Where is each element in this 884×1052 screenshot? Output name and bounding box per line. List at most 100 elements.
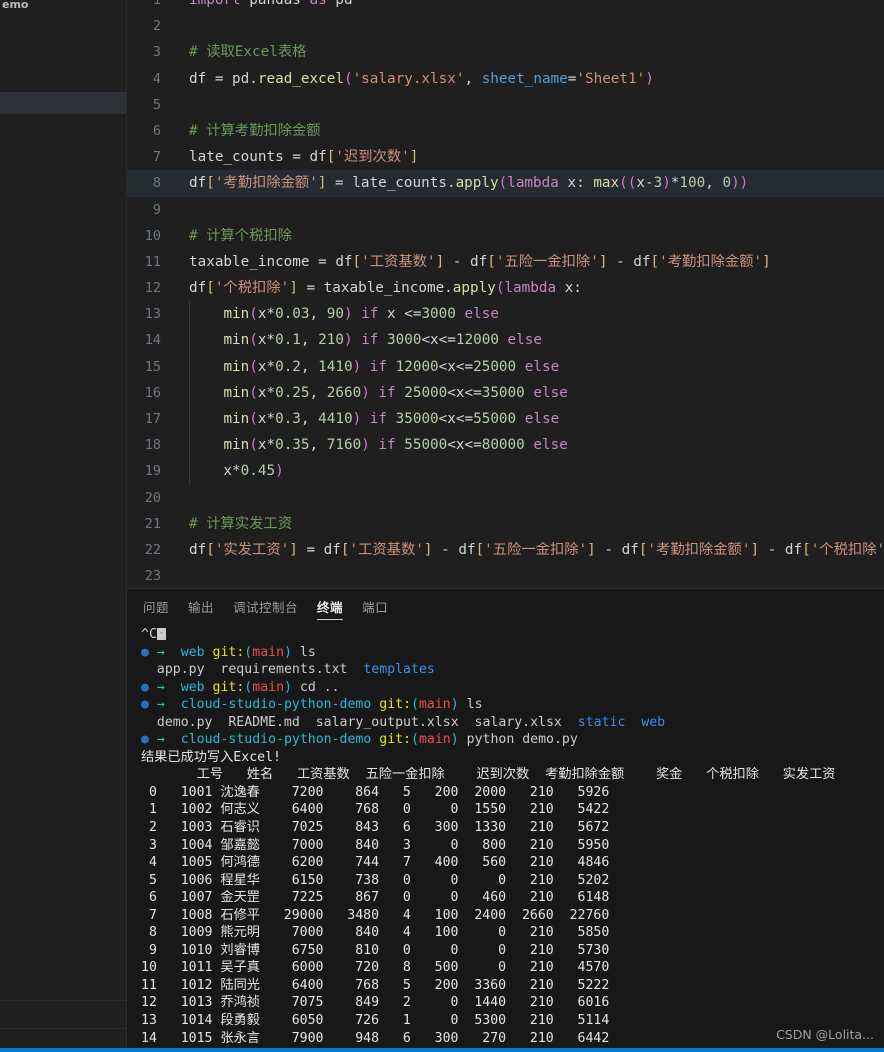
code-line[interactable]: 22 df['实发工资'] = df['工资基数'] - df['五险一金扣除']… xyxy=(127,537,884,563)
dataframe-row: 1 1002 何志义 6400 768 0 0 1550 210 5422 xyxy=(141,802,610,818)
code-text: # 计算实发工资 xyxy=(189,515,292,532)
code-text: min(x*0.03, 90) if x <=3000 else xyxy=(175,301,499,328)
watermark: CSDN @Lolita... xyxy=(776,1027,874,1042)
code-line[interactable]: 12 df['个税扣除'] = taxable_income.apply(lamb… xyxy=(127,275,884,301)
code-line[interactable]: 17 min(x*0.3, 4410) if 35000<x<=55000 el… xyxy=(127,406,884,433)
dataframe-row: 12 1013 乔鸿祯 7075 849 2 0 1440 210 6016 xyxy=(141,995,610,1011)
dataframe-row: 3 1004 邹嘉懿 7000 840 3 0 800 210 5950 xyxy=(141,837,610,853)
code-text: df['个税扣除'] = taxable_income.apply(lambda… xyxy=(189,280,582,297)
code-text: df['实发工资'] = df['工资基数'] - df['五险一金扣除'] -… xyxy=(189,541,884,558)
panel-tab-bar: 问题 输出 调试控制台 终端 端口 xyxy=(127,589,884,624)
tab-problems[interactable]: 问题 xyxy=(143,589,169,624)
line-number: 2 xyxy=(152,18,161,35)
terminal-output[interactable]: ^C ‸ ● → web git:(main) ls app.py requirem… xyxy=(127,624,884,1048)
code-line[interactable]: 13 min(x*0.03, 90) if x <=3000 else xyxy=(127,301,884,328)
vscode-window: emo 1 import pandas as pd 2 3 # 读取Excel表格 4 df… xyxy=(0,0,884,1052)
code-line[interactable]: 3 # 读取Excel表格 xyxy=(127,39,884,65)
code-line[interactable]: 4 df = pd.read_excel('salary.xlsx', sheet… xyxy=(127,66,884,92)
status-bar[interactable] xyxy=(0,1048,884,1052)
line-number: 3 xyxy=(152,44,161,61)
dataframe-row: 5 1006 程星华 6150 738 0 0 0 210 5202 xyxy=(141,872,610,888)
code-line[interactable]: 18 min(x*0.35, 7160) if 55000<x<=80000 e… xyxy=(127,432,884,459)
line-number: 6 xyxy=(152,122,161,139)
code-line[interactable]: 11 taxable_income = df['工资基数'] - df['五险一金… xyxy=(127,249,884,275)
code-line[interactable]: 1 import pandas as pd xyxy=(127,0,884,13)
code-line[interactable]: 9 xyxy=(127,197,884,223)
code-text: min(x*0.3, 4410) if 35000<x<=55000 else xyxy=(175,406,559,433)
code-line[interactable]: 7 late_counts = df['迟到次数'] xyxy=(127,144,884,170)
dataframe-row: 10 1011 吴子真 6000 720 8 500 0 210 4570 xyxy=(141,960,610,976)
explorer-divider xyxy=(0,1000,126,1001)
code-text: min(x*0.25, 2660) if 25000<x<=35000 else xyxy=(175,379,568,407)
terminal-ls-output: app.py requirements.txt templates xyxy=(156,662,435,678)
line-number: 18 xyxy=(144,437,161,454)
line-number: 13 xyxy=(144,306,161,323)
dataframe-row: 14 1015 张永言 7900 948 6 300 270 210 6442 xyxy=(141,1030,610,1046)
explorer-folder-label: emo xyxy=(2,0,29,10)
dataframe-row: 4 1005 何鸿德 6200 744 7 400 560 210 4846 xyxy=(141,855,610,871)
dataframe-row: 11 1012 陆同光 6400 768 5 200 3360 210 5222 xyxy=(141,977,610,993)
line-number: 20 xyxy=(144,489,161,506)
dataframe-header: 工号 姓名 工资基数 五险一金扣除 迟到次数 考勤扣除金额 奖金 个税扣除 实发… xyxy=(141,767,836,783)
code-line[interactable]: 16 min(x*0.25, 2660) if 25000<x<=35000 e… xyxy=(127,379,884,407)
code-line[interactable]: 5 xyxy=(127,92,884,118)
line-number: 9 xyxy=(152,201,161,218)
terminal-interrupt: ^C ‸ xyxy=(141,626,884,644)
dataframe-row: 6 1007 金天罡 7225 867 0 0 460 210 6148 xyxy=(141,890,610,906)
line-number: 17 xyxy=(144,411,161,427)
line-number: 23 xyxy=(144,568,161,585)
bottom-panel: 问题 输出 调试控制台 终端 端口 ^C ‸ ● → web git:(main) … xyxy=(127,588,884,1048)
terminal-message: 结果已成功写入Excel! xyxy=(141,749,281,765)
code-text: min(x*0.2, 1410) if 12000<x<=25000 else xyxy=(175,353,559,381)
code-line[interactable]: 23 xyxy=(127,563,884,588)
workbench-body: emo 1 import pandas as pd 2 3 # 读取Excel表格 4 df… xyxy=(0,0,884,1048)
line-number: 5 xyxy=(152,96,161,113)
explorer-divider xyxy=(0,1028,126,1029)
editor-and-panel: 1 import pandas as pd 2 3 # 读取Excel表格 4 df = p… xyxy=(127,0,884,1048)
line-number: 21 xyxy=(144,515,161,532)
code-text: import pandas as pd xyxy=(189,0,353,8)
code-text: taxable_income = df['工资基数'] - df['五险一金扣除… xyxy=(189,253,771,270)
tab-debug-console[interactable]: 调试控制台 xyxy=(233,589,298,624)
tab-output[interactable]: 输出 xyxy=(188,589,214,624)
dataframe-row: 9 1010 刘睿博 6750 810 0 0 0 210 5730 xyxy=(141,942,610,958)
line-number: 15 xyxy=(144,358,161,375)
dataframe-row: 8 1009 熊元明 7000 840 4 100 0 210 5850 xyxy=(141,925,610,941)
explorer-item[interactable] xyxy=(0,10,126,92)
code-line[interactable]: 20 xyxy=(127,485,884,511)
code-editor[interactable]: 1 import pandas as pd 2 3 # 读取Excel表格 4 df = p… xyxy=(127,0,884,588)
code-line[interactable]: 15 min(x*0.2, 1410) if 12000<x<=25000 el… xyxy=(127,353,884,381)
line-number: 12 xyxy=(144,280,161,297)
explorer-sidebar[interactable]: emo xyxy=(0,0,127,1048)
code-text: # 计算个税扣除 xyxy=(189,227,292,244)
code-line[interactable]: 6 # 计算考勤扣除金额 xyxy=(127,118,884,144)
code-line[interactable]: 10 # 计算个税扣除 xyxy=(127,223,884,249)
line-number: 7 xyxy=(152,149,161,166)
code-text: # 计算考勤扣除金额 xyxy=(189,122,321,139)
line-number: 19 xyxy=(144,463,161,480)
code-text: df['考勤扣除金额'] = late_counts.apply(lambda … xyxy=(189,175,749,192)
tab-terminal[interactable]: 终端 xyxy=(317,589,344,624)
explorer-item-selected[interactable] xyxy=(0,92,126,114)
dataframe-row: 0 1001 沈逸春 7200 864 5 200 2000 210 5926 xyxy=(141,784,610,800)
code-line[interactable]: 19 x*0.45) xyxy=(127,458,884,485)
terminal-prompt-line: ● → cloud-studio-python-demo git:(main) … xyxy=(141,697,483,713)
line-number: 22 xyxy=(144,541,161,558)
dataframe-row: 7 1008 石修平 29000 3480 4 100 2400 2660 22… xyxy=(141,907,610,923)
code-line[interactable]: 21 # 计算实发工资 xyxy=(127,511,884,537)
terminal-prompt-line: ● → web git:(main) ls xyxy=(141,644,316,660)
code-text: min(x*0.35, 7160) if 55000<x<=80000 else xyxy=(175,432,568,459)
code-text: df = pd.read_excel('salary.xlsx', sheet_… xyxy=(189,70,654,87)
line-number: 16 xyxy=(144,384,161,401)
code-line[interactable]: 8 df['考勤扣除金额'] = late_counts.apply(lambda… xyxy=(127,170,884,197)
code-line[interactable]: 14 min(x*0.1, 210) if 3000<x<=12000 else xyxy=(127,327,884,354)
explorer-item[interactable] xyxy=(0,114,126,1004)
code-text: x*0.45) xyxy=(175,458,284,485)
code-text: late_counts = df['迟到次数'] xyxy=(189,149,419,166)
terminal-prompt-line: ● → cloud-studio-python-demo git:(main) … xyxy=(141,732,578,748)
code-line[interactable]: 2 xyxy=(127,13,884,39)
code-text: # 读取Excel表格 xyxy=(189,44,307,61)
line-number: 8 xyxy=(152,175,161,192)
tab-ports[interactable]: 端口 xyxy=(362,589,388,624)
line-number: 10 xyxy=(144,227,161,244)
